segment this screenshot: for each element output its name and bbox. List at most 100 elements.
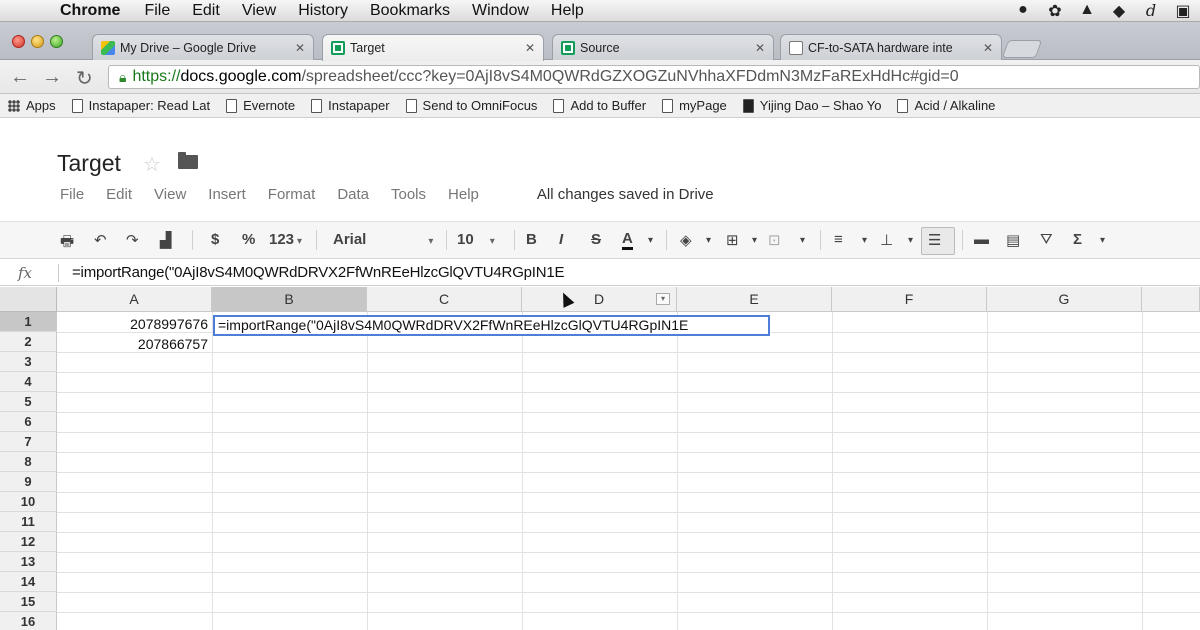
font-size-select[interactable]: 10 ▾ [457,231,509,248]
address-bar[interactable]: 🔒︎ https:// docs.google.com /spreadsheet… [108,65,1200,89]
bookmark-acid-alkaline[interactable]: Acid / Alkaline [897,98,995,113]
docs-menu-view[interactable]: View [154,186,186,203]
bold-button[interactable]: B [526,231,537,248]
font-family-select[interactable]: Arial ▾ [333,231,439,248]
alfred-tray-icon[interactable]: ◆ [1110,1,1128,20]
row-header-16[interactable]: 16 [0,612,57,630]
insert-chart-icon[interactable]: ▤ [1006,231,1020,249]
row-header-13[interactable]: 13 [0,552,57,572]
bookmark-instapaper-read-later[interactable]: Instapaper: Read Lat [71,98,210,113]
column-header-f[interactable]: F [832,287,987,312]
docs-menu-help[interactable]: Help [448,186,479,203]
italic-button[interactable]: I [559,231,563,248]
cell-a1[interactable]: 2078997676 [57,314,212,334]
chevron-down-icon[interactable]: ▾ [752,235,757,246]
docs-menu-file[interactable]: File [60,186,84,203]
fill-color-icon[interactable]: ◈ [680,231,692,249]
menu-window[interactable]: Window [472,2,529,20]
bookmark-instapaper[interactable]: Instapaper [311,98,390,113]
column-header-d[interactable]: D [522,287,677,312]
functions-button[interactable]: Σ [1073,231,1082,248]
merge-cells-icon[interactable]: ⊡ [768,231,781,249]
row-header-12[interactable]: 12 [0,532,57,552]
folder-icon[interactable] [178,152,198,169]
tab-my-drive[interactable]: My Drive – Google Drive ✕ [92,34,314,60]
chevron-down-icon[interactable]: ▾ [648,235,653,246]
strikethrough-button[interactable]: S [591,231,601,248]
percent-format-button[interactable]: % [242,231,255,248]
chevron-down-icon[interactable]: ▾ [862,235,867,246]
number-format-button[interactable]: 123 ▾ [269,231,302,248]
borders-icon[interactable]: ⊞ [726,231,739,249]
chevron-down-icon[interactable]: ▾ [706,235,711,246]
row-header-5[interactable]: 5 [0,392,57,412]
row-header-14[interactable]: 14 [0,572,57,592]
tab-source[interactable]: Source ✕ [552,34,774,60]
close-tab-icon[interactable]: ✕ [755,41,765,55]
row-header-2[interactable]: 2 [0,332,57,352]
column-header-a[interactable]: A [57,287,212,312]
row-header-11[interactable]: 11 [0,512,57,532]
vertical-align-icon[interactable]: ⊥ [880,231,893,249]
bookmark-buffer[interactable]: Add to Buffer [553,98,646,113]
chevron-down-icon[interactable]: ▾ [908,235,913,246]
bookmark-evernote[interactable]: Evernote [226,98,295,113]
bookmark-yijing-dao[interactable]: Yijing Dao – Shao Yo [742,98,881,113]
select-all-corner[interactable] [0,287,57,312]
back-arrow-icon[interactable]: ← [10,66,30,89]
row-header-15[interactable]: 15 [0,592,57,612]
new-tab-button[interactable] [1001,40,1043,58]
formula-input[interactable]: =importRange("0AjI8vS4M0QWRdDRVX2FfWnREe… [72,264,565,281]
cell-a2[interactable]: 207866757 [57,334,212,354]
star-icon[interactable]: ☆ [143,152,161,177]
docs-menu-data[interactable]: Data [337,186,369,203]
forward-arrow-icon[interactable]: → [42,66,62,89]
row-header-1[interactable]: 1 [0,312,57,332]
cell-b1-editor[interactable]: =importRange("0AjI8vS4M0QWRdDRVX2FfWnREe… [213,315,770,336]
row-header-10[interactable]: 10 [0,492,57,512]
docs-menu-edit[interactable]: Edit [106,186,132,203]
menu-help[interactable]: Help [551,2,584,20]
text-color-button[interactable]: A [622,231,633,250]
tab-target[interactable]: Target ✕ [322,34,544,61]
close-window-icon[interactable] [12,35,25,48]
currency-format-button[interactable]: $ [211,231,219,248]
evernote-tray-icon[interactable]: ● [1014,1,1032,19]
menu-file[interactable]: File [144,2,170,20]
minimize-window-icon[interactable] [31,35,44,48]
filter-icon[interactable]: ⛛ [1040,231,1053,248]
close-tab-icon[interactable]: ✕ [983,41,993,55]
docs-menu-insert[interactable]: Insert [208,186,246,203]
column-menu-chevron-icon[interactable]: ▾ [656,293,670,305]
chevron-down-icon[interactable]: ▾ [800,235,805,246]
dash-tray-icon[interactable]: d [1142,1,1160,20]
close-tab-icon[interactable]: ✕ [525,41,535,55]
docs-menu-format[interactable]: Format [268,186,316,203]
document-title[interactable]: Target [57,150,121,177]
row-header-8[interactable]: 8 [0,452,57,472]
column-header-b[interactable]: B [212,287,367,312]
row-header-3[interactable]: 3 [0,352,57,372]
sync-tray-icon[interactable]: ✿ [1046,1,1064,20]
drive-tray-icon[interactable]: ▲ [1078,1,1096,19]
menu-chrome[interactable]: Chrome [60,2,120,20]
row-header-9[interactable]: 9 [0,472,57,492]
row-header-4[interactable]: 4 [0,372,57,392]
redo-icon[interactable]: ↷ [126,231,139,249]
paint-format-icon[interactable]: ▟ [160,231,172,249]
bookmark-mypage[interactable]: myPage [662,98,727,113]
column-header-g[interactable]: G [987,287,1142,312]
row-header-6[interactable]: 6 [0,412,57,432]
undo-icon[interactable]: ↶ [94,231,107,249]
menu-edit[interactable]: Edit [192,2,220,20]
tab-cf-to-sata[interactable]: CF-to-SATA hardware inte ✕ [780,34,1002,60]
chevron-down-icon[interactable]: ▾ [1100,235,1105,246]
column-header-c[interactable]: C [367,287,522,312]
menu-bookmarks[interactable]: Bookmarks [370,2,450,20]
row-header-7[interactable]: 7 [0,432,57,452]
docs-menu-tools[interactable]: Tools [391,186,426,203]
spreadsheet-grid[interactable]: A B C D E F G ▾ 1 2 3 4 5 6 7 8 9 10 11 … [0,287,1200,630]
menu-history[interactable]: History [298,2,348,20]
column-header-h[interactable] [1142,287,1200,312]
battery-tray-icon[interactable]: ▣ [1174,1,1192,20]
